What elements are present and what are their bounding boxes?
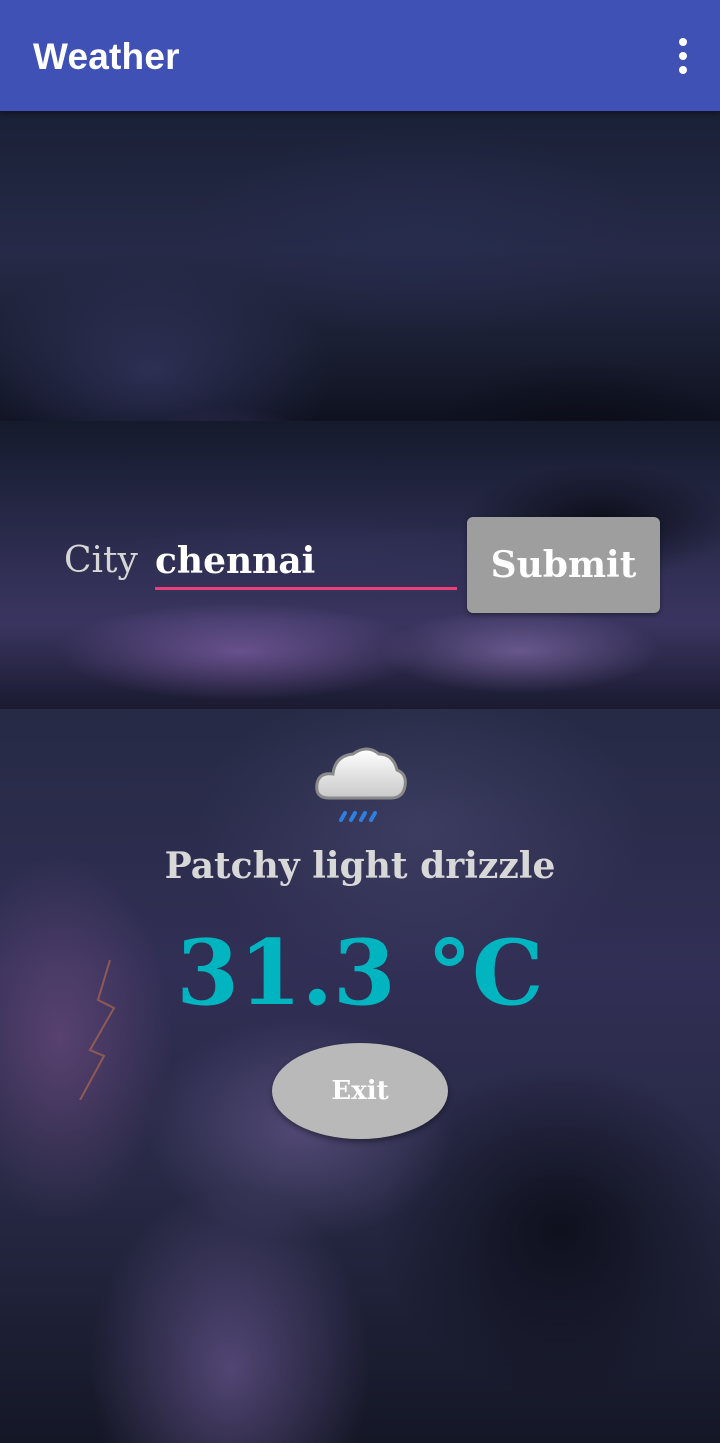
app-title: Weather — [33, 36, 180, 77]
overflow-menu-icon[interactable] — [672, 38, 694, 74]
temperature-value: 31.3 °C — [176, 920, 544, 1026]
cloud-drizzle-icon — [315, 747, 407, 822]
weather-condition: Patchy light drizzle — [164, 845, 556, 887]
city-input[interactable] — [155, 535, 457, 590]
app-bar: Weather — [0, 0, 720, 111]
submit-button[interactable]: Submit — [467, 517, 660, 613]
city-label: City — [64, 540, 138, 581]
exit-button[interactable]: Exit — [272, 1043, 448, 1139]
background-image-top — [0, 111, 720, 421]
